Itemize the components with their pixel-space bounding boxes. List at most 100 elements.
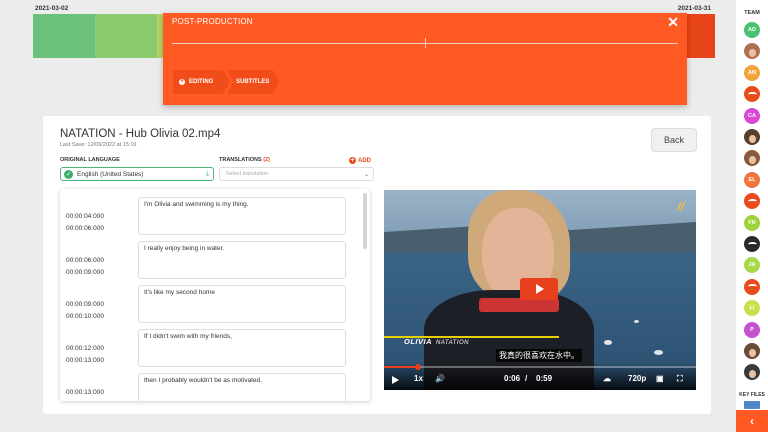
avatar-initials: EL [748,176,756,183]
translations-count: (2) [263,157,270,163]
avatar[interactable] [744,86,760,103]
subtitle-end-time[interactable]: 00:00:06:000 [66,223,104,235]
fullscreen-icon[interactable]: ⛶ [677,374,683,384]
avatar-logo-icon [747,284,757,289]
avatar[interactable] [744,236,760,252]
avatar[interactable]: LI [744,300,760,317]
avatar[interactable]: AN [744,64,760,81]
subtitle-text-field[interactable]: I'm Olivia and swimming is my thing. [138,197,346,235]
avatar[interactable]: JA [744,257,760,274]
avatar[interactable] [744,43,760,60]
download-icon[interactable]: ⤓ [206,170,209,178]
subtitle-row[interactable]: 00:00:12:000 00:00:13:000 If I didn't swim… [60,329,360,369]
progress-bar[interactable] [384,364,696,370]
avatar[interactable]: P [744,321,760,338]
quality-button[interactable]: 720p [628,374,646,383]
key-files-label: KEY FILES [739,392,765,398]
avatar-initials: AN [748,69,756,76]
subtitle-start-time[interactable]: 00:00:06:000 [66,255,104,267]
subtitle-start-time[interactable]: 00:00:04:000 [66,211,104,223]
team-label: TEAM [744,10,760,16]
subtitle-start-time[interactable]: 00:00:12:000 [66,343,104,355]
tab-editing[interactable]: + EDITING [173,70,230,94]
subtitle-timecodes[interactable]: 00:00:12:000 00:00:13:000 [66,343,104,367]
avatar-photo-icon [748,48,756,57]
channel-logo-icon: // [677,200,684,214]
playback-speed[interactable]: 1x [414,374,423,383]
plus-circle-icon: + [349,157,356,164]
chevron-left-icon: ‹ [750,414,754,428]
add-translation-label: ADD [358,158,371,164]
folder-icon[interactable] [744,401,760,409]
avatar[interactable]: CA [744,107,760,124]
subtitle-text-field[interactable]: I really enjoy being in water. [138,241,346,279]
volume-icon[interactable]: 🔊 [435,374,445,383]
play-button[interactable] [520,278,558,300]
timeline-end-date: 2021-03-31 [677,5,711,12]
avatar[interactable] [744,364,760,381]
subtitle-row[interactable]: 00:00:09:000 00:00:10:000 It's like my sec… [60,285,360,325]
avatar-photo-icon [748,348,756,357]
cloud-download-icon[interactable]: ☁ [603,374,611,383]
subtitle-text-field[interactable]: then I probably wouldn't be as motivated… [138,373,346,401]
progress-fill [384,366,419,368]
avatar-initials: AD [748,27,756,33]
original-language-label: ORIGINAL LANGUAGE [60,157,120,163]
add-translation-button[interactable]: + ADD [349,157,371,164]
avatar-logo-icon [747,91,757,97]
subtitle-list[interactable]: 00:00:04:000 00:00:06:000 I'm Olivia and s… [60,189,370,401]
avatar[interactable]: AD [744,22,760,38]
avatar[interactable] [744,278,760,295]
video-subtitle: 我真的很喜欢在水中。 [496,349,582,362]
timeline-segment[interactable] [33,14,95,58]
play-icon[interactable] [392,376,399,384]
subtitle-timecodes[interactable]: 00:00:13:00000:00:15:000 [66,387,104,401]
subtitle-start-time[interactable]: 00:00:13:000 [66,387,104,399]
avatar[interactable]: FR [744,214,760,231]
subtitle-text-field[interactable]: If I didn't swim with my friends, [138,329,346,367]
video-player[interactable]: // OLIVIA NATATION 我真的很喜欢在水中。 1x 🔊 0:06 /… [384,190,696,390]
subtitle-row[interactable]: 00:00:04:000 00:00:06:000 I'm Olivia and s… [60,197,360,237]
subtitle-end-time[interactable]: 00:00:09:000 [66,267,104,279]
avatar-initials: P [750,326,754,333]
translations-label: TRANSLATIONS (2) [219,157,270,163]
subtitle-end-time[interactable]: 00:00:10:000 [66,311,104,323]
timeline-start-date: 2021-03-02 [35,5,69,12]
post-production-panel: POST-PRODUCTION ✕ + EDITING SUBTITLES [163,13,687,105]
avatar[interactable] [744,129,760,145]
subtitle-editor-card: NATATION - Hub Olivia 02.mp4 Last Save: … [43,116,711,414]
original-language-field[interactable]: ✓ English (United States) ⤓ [60,167,214,181]
subtitle-text-field[interactable]: It's like my second home [138,285,346,323]
post-production-title: POST-PRODUCTION [172,17,253,26]
avatar-initials: FR [748,219,756,226]
avatar[interactable]: EL [744,171,760,188]
chevron-down-icon: ⌄ [363,171,369,178]
avatar[interactable] [744,150,760,167]
avatar[interactable] [744,193,760,210]
last-save-text: Last Save: 12/09/2022 at 15:16 [60,142,137,148]
timeline-segment[interactable] [95,14,157,58]
subtitle-timecodes[interactable]: 00:00:06:000 00:00:09:000 [66,255,104,279]
subtitle-end-time[interactable]: 00:00:13:000 [66,355,104,367]
subtitle-row[interactable]: 00:00:13:00000:00:15:000 then I probably … [60,373,360,401]
avatar[interactable] [744,343,760,359]
subtitle-timecodes[interactable]: 00:00:09:000 00:00:10:000 [66,299,104,323]
lower-third: OLIVIA NATATION [384,336,559,346]
translation-select-placeholder: Select translation [226,171,269,177]
subtitle-row[interactable]: 00:00:06:000 00:00:09:000 I really enjoy b… [60,241,360,281]
subtitle-timecodes[interactable]: 00:00:04:000 00:00:06:000 [66,211,104,235]
collapse-sidebar-button[interactable]: ‹ [736,410,768,432]
avatar-initials: CA [748,112,756,119]
subtitle-start-time[interactable]: 00:00:09:000 [66,299,104,311]
miniplayer-icon[interactable]: ▣ [656,374,664,383]
progress-knob[interactable] [415,364,422,370]
team-sidebar: TEAM AD AN CA EL FR JA LI P KEY FILES ‹ [736,0,768,432]
avatar-initials: JA [748,262,756,269]
back-button[interactable]: Back [651,128,697,152]
subtitle-end-time[interactable]: 00:00:15:000 [66,399,104,401]
lower-third-brand: NATATION [436,340,470,346]
tab-subtitles[interactable]: SUBTITLES [227,70,279,94]
scrollbar[interactable] [363,193,367,249]
translation-select[interactable]: Select translation ⌄ [219,167,374,181]
close-icon[interactable]: ✕ [667,14,679,31]
